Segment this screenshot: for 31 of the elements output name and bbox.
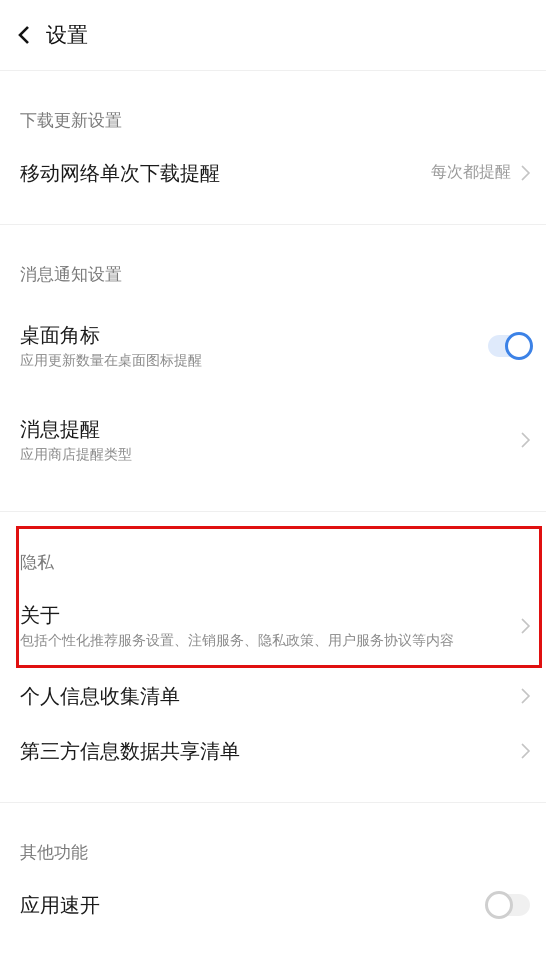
setting-description: 应用商店提醒类型 [20, 446, 133, 464]
chevron-icon[interactable] [521, 688, 530, 704]
section-title: 其他功能 [19, 842, 89, 865]
setting-row[interactable]: 第三方信息数据共享清单 [0, 723, 546, 778]
setting-row[interactable]: 个人信息收集清单 [0, 668, 546, 723]
back-icon[interactable] [18, 25, 30, 45]
chevron-icon[interactable] [521, 164, 530, 180]
setting-title: 第三方信息数据共享清单 [20, 738, 241, 764]
section-title: 消息通知设置 [19, 264, 123, 287]
setting-title: 消息提醒 [20, 416, 101, 442]
section-title: 隐私 [19, 552, 55, 575]
setting-value: 每次都提醒 [431, 162, 511, 183]
setting-description: 包括个性化推荐服务设置、注销服务、隐私政策、用户服务协议等内容 [20, 632, 455, 650]
setting-row[interactable]: 消息提醒 应用商店提醒类型 [0, 393, 546, 487]
setting-title: 桌面角标 [20, 322, 101, 348]
page-title: 设置 [46, 22, 88, 49]
setting-row[interactable]: 桌面角标 应用更新数量在桌面图标提醒 [0, 299, 546, 393]
setting-title: 个人信息收集清单 [20, 682, 181, 708]
chevron-icon[interactable] [521, 432, 530, 448]
setting-row[interactable]: 移动网络单次下载提醒 每次都提醒 [0, 145, 546, 200]
toggle-switch[interactable] [488, 335, 530, 357]
chevron-icon[interactable] [521, 618, 530, 634]
setting-title: 移动网络单次下载提醒 [20, 160, 221, 186]
setting-title: 应用速开 [20, 892, 101, 918]
chevron-icon[interactable] [521, 742, 530, 758]
setting-row[interactable]: 应用速开 [0, 877, 546, 932]
setting-description: 应用更新数量在桌面图标提醒 [20, 352, 203, 370]
setting-title: 关于 [20, 602, 61, 628]
toggle-switch[interactable] [488, 894, 530, 916]
section-title: 下载更新设置 [19, 110, 123, 133]
setting-row[interactable]: 关于 包括个性化推荐服务设置、注销服务、隐私政策、用户服务协议等内容 [19, 587, 539, 665]
